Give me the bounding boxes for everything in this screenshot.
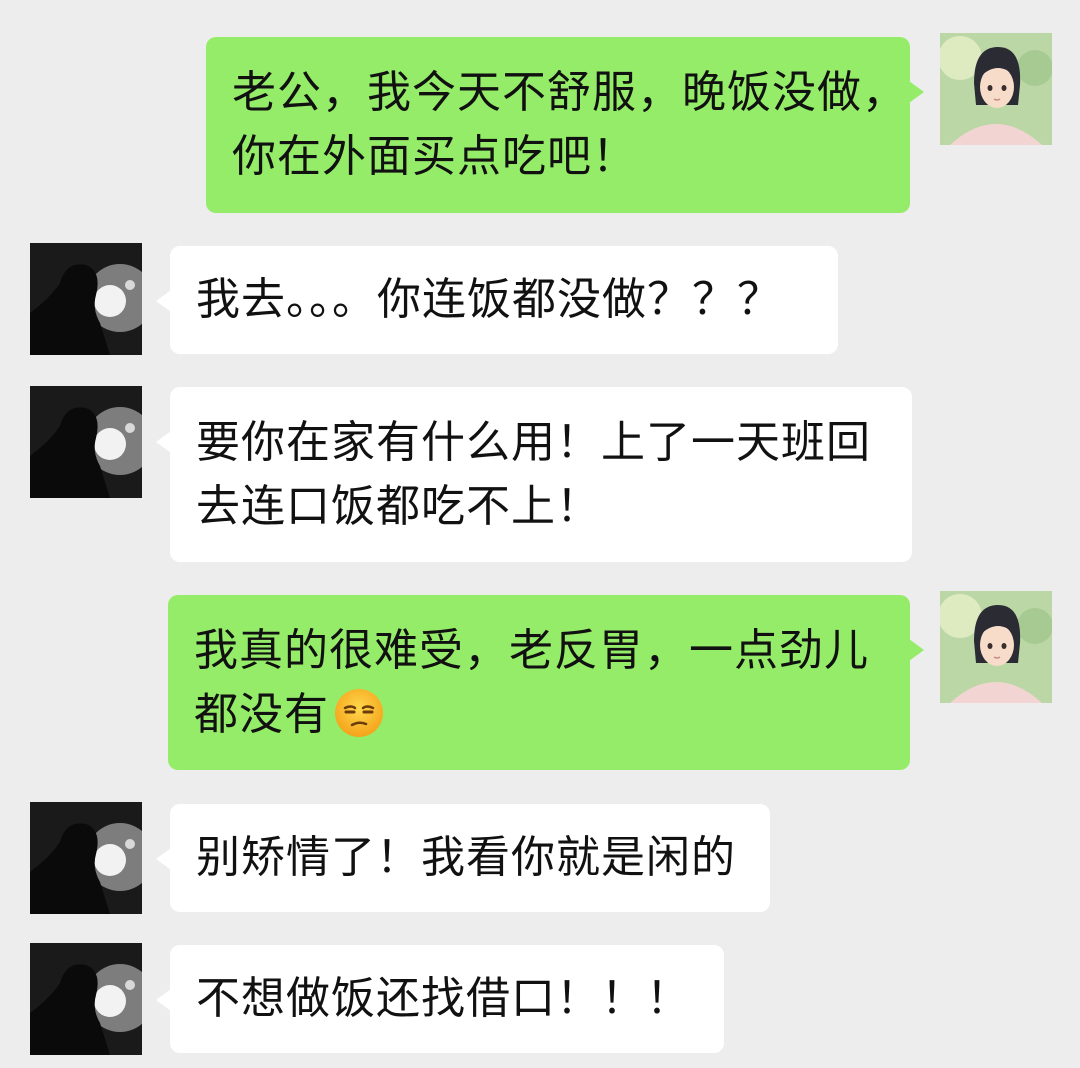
chat-bubble-sent[interactable]: 我真的很难受，老反胃，一点劲儿 都没有 <box>168 595 924 770</box>
message-text-line: 你在外面买点吃吧！ <box>232 131 637 182</box>
message-text-line: 要你在家有什么用！上了一天班回 <box>196 417 871 468</box>
chat-bubble-received[interactable]: 我去。。。你连饭都没做？？？ <box>156 246 838 354</box>
chat-bubble-received[interactable]: 要你在家有什么用！上了一天班回 去连口饭都吃不上！ <box>156 387 912 562</box>
bubble-tail <box>156 848 171 870</box>
chat-bubble-received[interactable]: 别矫情了！我看你就是闲的 <box>156 804 770 912</box>
chat-area: 老公，我今天不舒服，晚饭没做， 你在外面买点吃吧！ 我去。。。你连饭都没做？？？ <box>0 0 1080 1068</box>
bubble-tail <box>909 639 924 661</box>
bubble-tail <box>156 431 171 453</box>
message-text-line: 我去。。。你连饭都没做？？？ <box>196 274 782 325</box>
illustrated-girl-avatar-icon <box>940 33 1052 145</box>
chat-bubble-sent[interactable]: 老公，我今天不舒服，晚饭没做， 你在外面买点吃吧！ <box>206 37 924 213</box>
husband-avatar[interactable] <box>30 386 142 498</box>
dark-silhouette-avatar-icon <box>30 943 142 1055</box>
wife-avatar[interactable] <box>940 33 1052 145</box>
chat-bubble-received[interactable]: 不想做饭还找借口！！！ <box>156 945 724 1053</box>
dark-silhouette-avatar-icon <box>30 386 142 498</box>
illustrated-girl-avatar-icon <box>940 591 1052 703</box>
bubble-tail <box>156 989 171 1011</box>
wife-avatar[interactable] <box>940 591 1052 703</box>
message-text-line: 不想做饭还找借口！！！ <box>196 973 691 1024</box>
husband-avatar[interactable] <box>30 243 142 355</box>
bubble-tail <box>156 290 171 312</box>
bubble-tail <box>909 81 924 103</box>
husband-avatar[interactable] <box>30 943 142 1055</box>
dark-silhouette-avatar-icon <box>30 802 142 914</box>
husband-avatar[interactable] <box>30 802 142 914</box>
message-text-line: 去连口饭都吃不上！ <box>196 481 601 532</box>
message-text-line: 别矫情了！我看你就是闲的 <box>196 832 736 883</box>
message-text: 都没有 <box>194 689 329 740</box>
message-text-line: 老公，我今天不舒服，晚饭没做， <box>232 67 907 118</box>
unamused-face-emoji-icon <box>333 687 385 739</box>
message-text-line: 都没有 <box>194 683 910 747</box>
dark-silhouette-avatar-icon <box>30 243 142 355</box>
message-text-line: 我真的很难受，老反胃，一点劲儿 <box>194 625 869 676</box>
